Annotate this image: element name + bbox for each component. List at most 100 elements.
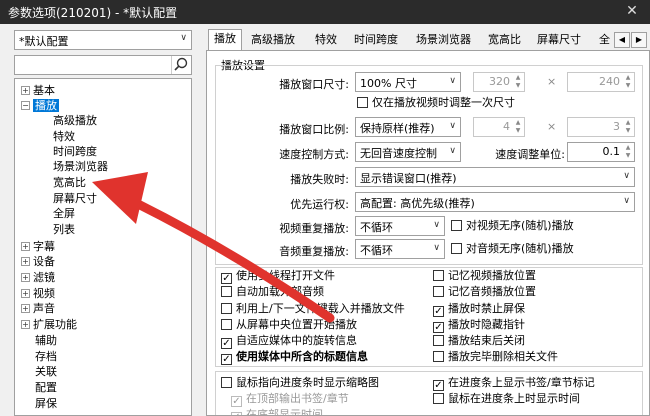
- remember-audio-pos-checkbox[interactable]: 记忆音频播放位置: [433, 285, 536, 299]
- expand-icon[interactable]: +: [21, 257, 30, 266]
- auto-load-audio-checkbox[interactable]: 自动加载外部音频: [221, 285, 324, 299]
- tab-fullscreen[interactable]: 全: [594, 31, 615, 51]
- audio-repeat-label: 音频重复播放:: [279, 245, 349, 258]
- tree-item-audio[interactable]: + 声音: [21, 301, 55, 316]
- tree-item-playback[interactable]: − 播放: [21, 98, 59, 113]
- tree-item-devices[interactable]: + 设备: [21, 254, 55, 269]
- window-height-spinner[interactable]: 240 ▲ ▼: [567, 72, 635, 92]
- bottom-time-checkbox[interactable]: ✓在底部显示时间: [231, 408, 323, 415]
- expand-icon[interactable]: +: [21, 304, 30, 313]
- audio-repeat-dropdown[interactable]: 不循环 ∨: [355, 239, 445, 259]
- close-after-play-checkbox[interactable]: 播放结束后关闭: [433, 334, 525, 348]
- priority-dropdown[interactable]: 高配置: 高优先级(推荐) ∨: [355, 192, 635, 212]
- speed-dropdown[interactable]: 无回音速度控制 ∨: [355, 142, 461, 162]
- on-fail-dropdown[interactable]: 显示错误窗口(推荐) ∨: [355, 167, 635, 187]
- tree-item-video[interactable]: + 视频: [21, 286, 55, 301]
- audio-repeat-value: 不循环: [360, 244, 393, 257]
- settings-tree: + 基本 − 播放 高级播放 特效 时间跨度 场景浏览器 宽高比 屏幕尺寸 全屏 列…: [14, 78, 192, 416]
- aspect-b-spinner[interactable]: 3 ▲ ▼: [567, 117, 635, 137]
- video-repeat-value: 不循环: [360, 221, 393, 234]
- top-bookmarks-checkbox[interactable]: ✓ 在顶部输出书签/章节: [231, 392, 349, 407]
- search-input[interactable]: [14, 55, 192, 75]
- tree-item-filters[interactable]: + 滤镜: [21, 270, 55, 285]
- tree-item-scene-browser[interactable]: 场景浏览器: [53, 159, 108, 174]
- audio-random-checkbox[interactable]: 对音频无序(随机)播放: [451, 242, 574, 256]
- spinner-arrows-icon: ▲ ▼: [515, 74, 521, 89]
- expand-icon[interactable]: +: [21, 242, 30, 251]
- video-repeat-dropdown[interactable]: 不循环 ∨: [355, 216, 445, 236]
- expand-icon[interactable]: +: [21, 273, 30, 282]
- tab-effects[interactable]: 特效: [310, 31, 342, 51]
- tab-scroll-right-icon[interactable]: ▶: [631, 32, 647, 48]
- expand-icon[interactable]: +: [21, 289, 30, 298]
- checkbox-box: [433, 286, 444, 297]
- tree-item-basic[interactable]: + 基本: [21, 83, 55, 98]
- tree-item-screensaver[interactable]: 屏保: [35, 396, 57, 411]
- speed-unit-spinner[interactable]: 0.1 ▲ ▼: [567, 142, 635, 162]
- profile-dropdown[interactable]: *默认配置 ∨: [14, 30, 192, 50]
- prev-next-load-checkbox[interactable]: 利用上/下一文件键载入并播放文件: [221, 302, 405, 316]
- tree-item-config[interactable]: 配置: [35, 380, 57, 395]
- tree-item-subtitles[interactable]: + 字幕: [21, 239, 55, 254]
- tree-item-advanced-playback[interactable]: 高级播放: [53, 113, 97, 128]
- rotation-info-checkbox[interactable]: ✓ 自适应媒体中的旋转信息: [221, 334, 357, 349]
- tree-item-assist[interactable]: 辅助: [35, 333, 57, 348]
- title-info-checkbox[interactable]: ✓ 使用媒体中所含的标题信息: [221, 350, 368, 365]
- tab-scroll-left-icon[interactable]: ◀: [614, 32, 630, 48]
- chevron-down-icon: ∨: [623, 196, 630, 206]
- tree-item-association[interactable]: 关联: [35, 364, 57, 379]
- disable-screensaver-checkbox[interactable]: ✓ 播放时禁止屏保: [433, 302, 525, 317]
- chevron-down-icon: ∨: [623, 171, 630, 181]
- checkbox-box: ✓: [221, 273, 232, 284]
- checkbox-box: [451, 220, 462, 231]
- multithread-open-checkbox[interactable]: ✓ 使用多线程打开文件: [221, 269, 335, 284]
- tree-item-archive[interactable]: 存档: [35, 349, 57, 364]
- resize-once-checkbox[interactable]: 仅在播放视频时调整一次尺寸: [357, 96, 515, 110]
- tree-item-screen-size[interactable]: 屏幕尺寸: [53, 191, 97, 206]
- delete-after-play-checkbox[interactable]: 播放完毕删除相关文件: [433, 350, 558, 364]
- tab-advanced-playback[interactable]: 高级播放: [246, 31, 300, 51]
- tree-item-aspect-ratio[interactable]: 宽高比: [53, 175, 86, 190]
- remember-video-pos-checkbox[interactable]: 记忆视频播放位置: [433, 269, 536, 283]
- title-bar: 参数选项(210201) - *默认配置 ✕: [0, 0, 650, 24]
- expand-icon[interactable]: +: [21, 86, 30, 95]
- chevron-down-icon: ∨: [449, 76, 456, 86]
- tab-aspect-ratio[interactable]: 宽高比: [483, 31, 526, 51]
- on-fail-label: 播放失败时:: [290, 173, 349, 186]
- video-random-checkbox[interactable]: 对视频无序(随机)播放: [451, 219, 574, 233]
- window-size-dropdown[interactable]: 100% 尺寸 ∨: [355, 72, 461, 92]
- thumbnail-preview-checkbox[interactable]: 鼠标指向进度条时显示缩略图: [221, 376, 379, 390]
- tree-item-time-span[interactable]: 时间跨度: [53, 144, 97, 159]
- tree-item-fullscreen[interactable]: 全屏: [53, 206, 75, 221]
- expand-icon[interactable]: +: [21, 320, 30, 329]
- spinner-arrows-icon: ▲ ▼: [625, 144, 631, 159]
- window-size-value: 100% 尺寸: [360, 77, 417, 90]
- collapse-icon[interactable]: −: [21, 101, 30, 110]
- checkbox-box: [451, 243, 462, 254]
- checkbox-box: [221, 319, 232, 330]
- search-icon: [174, 57, 188, 71]
- hover-time-checkbox[interactable]: 鼠标在进度条上时显示时间: [433, 392, 580, 406]
- close-icon[interactable]: ✕: [614, 0, 650, 24]
- window-title: 参数选项(210201) - *默认配置: [8, 6, 178, 20]
- checkbox-box: ✓: [433, 380, 444, 391]
- tree-item-extensions[interactable]: + 扩展功能: [21, 317, 77, 332]
- tree-item-effects[interactable]: 特效: [53, 129, 75, 144]
- aspect-dropdown[interactable]: 保持原样(推荐) ∨: [355, 117, 461, 137]
- checkbox-box: ✓: [231, 396, 242, 407]
- search-button[interactable]: [171, 56, 191, 74]
- window-width-spinner[interactable]: 320 ▲ ▼: [473, 72, 525, 92]
- tab-time-span[interactable]: 时间跨度: [349, 31, 403, 51]
- checkbox-box: [433, 351, 444, 362]
- aspect-a-spinner[interactable]: 4 ▲ ▼: [473, 117, 525, 137]
- aspect-value: 保持原样(推荐): [360, 122, 435, 135]
- tab-playback[interactable]: 播放: [208, 29, 242, 51]
- center-start-checkbox[interactable]: 从屏幕中央位置开始播放: [221, 318, 357, 332]
- checkbox-box: [357, 97, 368, 108]
- tab-screen-size[interactable]: 屏幕尺寸: [532, 31, 586, 51]
- checkbox-box: [221, 377, 232, 388]
- tab-scene-browser[interactable]: 场景浏览器: [411, 31, 476, 51]
- show-bookmarks-checkbox[interactable]: ✓ 在进度条上显示书签/章节标记: [433, 376, 595, 391]
- tree-item-list[interactable]: 列表: [53, 222, 75, 237]
- hide-cursor-checkbox[interactable]: ✓ 播放时隐藏指针: [433, 318, 525, 333]
